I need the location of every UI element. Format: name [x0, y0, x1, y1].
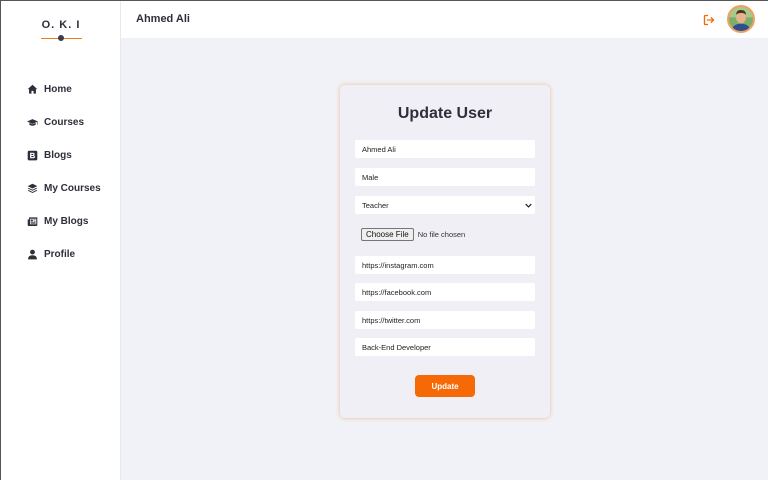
sidebar-item-my-courses[interactable]: My Courses	[1, 172, 121, 205]
bio-field[interactable]: Back-End Developer	[355, 338, 535, 356]
avatar[interactable]	[727, 5, 755, 33]
twitter-field[interactable]: https://twitter.com	[355, 311, 535, 329]
update-button[interactable]: Update	[415, 375, 475, 397]
sidebar-item-home[interactable]: Home	[1, 73, 121, 106]
layers-icon	[26, 183, 38, 195]
sidebar-item-profile[interactable]: Profile	[1, 238, 121, 271]
logout-icon[interactable]	[703, 13, 715, 26]
file-input: Choose File No file chosen	[361, 228, 465, 241]
logo-text: O. K. I	[41, 19, 81, 31]
newspaper-icon	[26, 216, 38, 228]
home-icon	[26, 84, 38, 96]
choose-file-button[interactable]: Choose File	[361, 228, 414, 241]
logo-dot	[58, 35, 64, 41]
name-field[interactable]: Ahmed Ali	[355, 140, 535, 158]
file-status-text: No file chosen	[417, 230, 466, 239]
page-title: Update User	[397, 105, 493, 122]
sidebar: O. K. I Home Courses Blogs My Courses My…	[1, 1, 121, 480]
sidebar-item-label: Home	[44, 84, 72, 95]
role-select[interactable]: Teacher	[355, 196, 535, 214]
sidebar-item-label: My Blogs	[44, 216, 89, 227]
blog-icon	[26, 150, 38, 162]
instagram-field[interactable]: https://instagram.com	[355, 256, 535, 274]
sidebar-nav: Home Courses Blogs My Courses My Blogs P…	[1, 73, 121, 271]
sidebar-item-label: Blogs	[44, 150, 72, 161]
gender-field[interactable]: Male	[355, 168, 535, 186]
sidebar-item-label: My Courses	[44, 183, 101, 194]
graduation-cap-icon	[26, 117, 38, 129]
sidebar-item-label: Profile	[44, 249, 76, 260]
top-header: Ahmed Ali	[121, 1, 768, 38]
sidebar-item-my-blogs[interactable]: My Blogs	[1, 205, 121, 238]
update-user-card: Update User Ahmed Ali Male Teacher Choos…	[340, 85, 550, 418]
sidebar-item-courses[interactable]: Courses	[1, 106, 121, 139]
role-select-value: Teacher	[362, 200, 389, 210]
facebook-field[interactable]: https://facebook.com	[355, 283, 535, 301]
sidebar-item-label: Courses	[44, 117, 85, 128]
user-icon	[26, 249, 38, 261]
chevron-down-icon	[525, 202, 532, 209]
header-user-name: Ahmed Ali	[136, 13, 190, 25]
sidebar-item-blogs[interactable]: Blogs	[1, 139, 121, 172]
